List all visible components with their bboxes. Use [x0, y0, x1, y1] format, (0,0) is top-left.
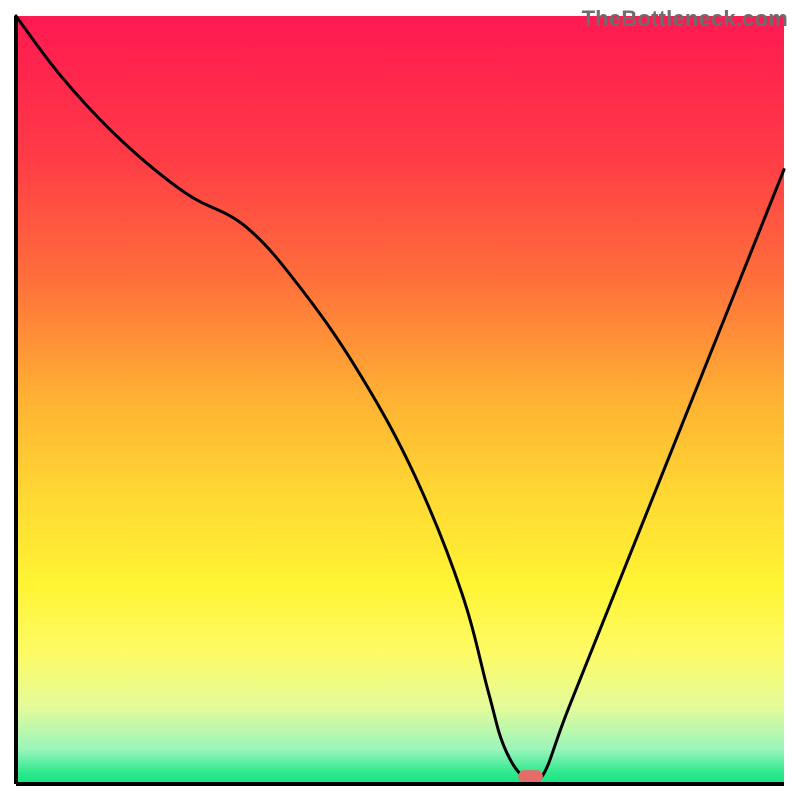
- chart-canvas: [0, 0, 800, 800]
- watermark-label: TheBottleneck.com: [582, 6, 788, 32]
- chart-background: [16, 16, 784, 784]
- bottleneck-chart: TheBottleneck.com: [0, 0, 800, 800]
- optimal-marker: [518, 770, 543, 782]
